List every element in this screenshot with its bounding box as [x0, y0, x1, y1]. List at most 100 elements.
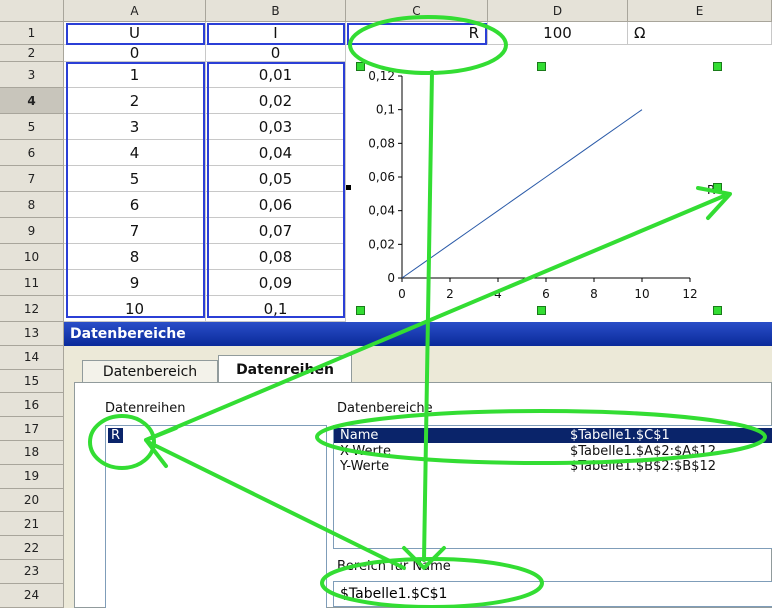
row-header-16[interactable]: 16 [0, 393, 64, 418]
dialog-title: Datenbereiche [64, 322, 772, 346]
row-header-11[interactable]: 11 [0, 270, 64, 296]
x-tick-label: 2 [446, 287, 454, 301]
chart-handle-top-left[interactable] [356, 62, 365, 71]
range-row-y-values[interactable]: Y-Werte $Tabelle1.$B$2:$B$12 [334, 459, 772, 474]
series-label: Datenreihen [105, 401, 186, 416]
row-header-24[interactable]: 24 [0, 583, 64, 608]
row-header-12[interactable]: 12 [0, 296, 64, 322]
cell-b1[interactable]: I [206, 22, 346, 45]
cell-a3[interactable]: 1 [64, 62, 206, 88]
row-header-23[interactable]: 23 [0, 560, 64, 584]
range-row-name[interactable]: Name $Tabelle1.$C$1 [334, 428, 772, 443]
cell-a8[interactable]: 6 [64, 192, 206, 218]
cell-b12[interactable]: 0,1 [206, 296, 346, 322]
column-header-d[interactable]: D [488, 0, 628, 22]
cell-b9[interactable]: 0,07 [206, 218, 346, 244]
cell-a12[interactable]: 10 [64, 296, 206, 322]
cell-a9[interactable]: 7 [64, 218, 206, 244]
cell-b2[interactable]: 0 [206, 44, 346, 62]
series-item-r[interactable]: R [108, 428, 124, 443]
cell-b3[interactable]: 0,01 [206, 62, 346, 88]
cell-a11[interactable]: 9 [64, 270, 206, 296]
y-tick-label: 0,1 [376, 103, 395, 117]
row-header-21[interactable]: 21 [0, 512, 64, 537]
row-header-4[interactable]: 4 [0, 88, 64, 114]
row-header-20[interactable]: 20 [0, 488, 64, 513]
cell-b5[interactable]: 0,03 [206, 114, 346, 140]
chart-handle-mid-right[interactable] [713, 183, 722, 192]
cell-b4[interactable]: 0,02 [206, 88, 346, 114]
cell-b10[interactable]: 0,08 [206, 244, 346, 270]
cell-c1[interactable]: R [346, 22, 488, 45]
y-tick-label: 0 [387, 271, 395, 285]
cell-a6[interactable]: 4 [64, 140, 206, 166]
spreadsheet-window: A B C D E 1 2 3 4 5 6 7 8 9 10 11 12 13 14 15 16 17 18 19 2… [0, 0, 772, 608]
chart-svg: 0,120,10,080,060,040,0200 2 4 6 8 10 12R [368, 69, 718, 301]
row-header-5[interactable]: 5 [0, 114, 64, 140]
range-row-x-value: $Tabelle1.$A$2:$A$12 [570, 444, 716, 459]
x-tick-label: 4 [494, 287, 502, 301]
row-header-9[interactable]: 9 [0, 218, 64, 244]
x-tick-label: 10 [634, 287, 649, 301]
ranges-listbox[interactable]: Name $Tabelle1.$C$1 X-Werte $Tabelle1.$A… [333, 425, 772, 549]
cell-a7[interactable]: 5 [64, 166, 206, 192]
row-header-8[interactable]: 8 [0, 192, 64, 218]
chart-handle-mid-left[interactable] [346, 185, 351, 190]
row-header-6[interactable]: 6 [0, 140, 64, 166]
row-header-19[interactable]: 19 [0, 464, 64, 489]
column-header-c[interactable]: C [346, 0, 488, 22]
row-header-14[interactable]: 14 [0, 345, 64, 370]
series-listbox[interactable]: R [105, 425, 327, 608]
line-chart[interactable]: 0,12 0,1 0,08 0,06 0,04 0,02 0 0 2 4 6 8 10 12 R [350, 62, 720, 318]
tab-datenbereich[interactable]: Datenbereich [82, 360, 218, 383]
cell-b11[interactable]: 0,09 [206, 270, 346, 296]
y-tick-label: 0,02 [368, 237, 395, 251]
chart-handle-bottom-left[interactable] [356, 306, 365, 315]
cell-a4[interactable]: 2 [64, 88, 206, 114]
range-row-name-value: $Tabelle1.$C$1 [570, 428, 670, 443]
column-header-a[interactable]: A [64, 0, 206, 22]
range-row-y-value: $Tabelle1.$B$2:$B$12 [570, 459, 717, 474]
chart-handle-bottom-middle[interactable] [537, 306, 546, 315]
cell-b7[interactable]: 0,05 [206, 166, 346, 192]
row-header-10[interactable]: 10 [0, 244, 64, 270]
chart-handle-top-right[interactable] [713, 62, 722, 71]
cell-b6[interactable]: 0,04 [206, 140, 346, 166]
cell-a5[interactable]: 3 [64, 114, 206, 140]
x-tick-label: 8 [590, 287, 598, 301]
cell-d1[interactable]: 100 [488, 22, 628, 45]
row-header-13[interactable]: 13 [0, 322, 64, 346]
column-header-b[interactable]: B [206, 0, 346, 22]
cell-b8[interactable]: 0,06 [206, 192, 346, 218]
cell-a10[interactable]: 8 [64, 244, 206, 270]
range-row-name-label: Name [340, 428, 379, 443]
row-header-2[interactable]: 2 [0, 45, 64, 62]
y-tick-label: 0,08 [368, 136, 395, 150]
chart-handle-top-middle[interactable] [537, 62, 546, 71]
range-for-name-label: Bereich für Name [337, 559, 451, 574]
row-header-15[interactable]: 15 [0, 369, 64, 394]
range-row-x-values[interactable]: X-Werte $Tabelle1.$A$2:$A$12 [334, 444, 772, 459]
row-header-7[interactable]: 7 [0, 166, 64, 192]
series-line-r [401, 109, 643, 279]
row-header-1[interactable]: 1 [0, 22, 64, 45]
column-header-e[interactable]: E [628, 0, 772, 22]
select-all-corner[interactable] [0, 0, 64, 22]
range-row-x-label: X-Werte [340, 444, 391, 459]
range-for-name-input[interactable]: $Tabelle1.$C$1 [333, 581, 772, 607]
row-header-22[interactable]: 22 [0, 536, 64, 560]
tab-datenreihen[interactable]: Datenreihen [218, 355, 352, 383]
row-header-18[interactable]: 18 [0, 441, 64, 465]
cell-a1[interactable]: U [64, 22, 206, 45]
y-tick-label: 0,04 [368, 204, 395, 218]
row-header-17[interactable]: 17 [0, 417, 64, 441]
cell-a2[interactable]: 0 [64, 44, 206, 62]
range-row-y-label: Y-Werte [340, 459, 390, 474]
cell-e1[interactable]: Ω [628, 22, 772, 45]
y-tick-label: 0,06 [368, 170, 395, 184]
x-tick-label: 6 [542, 287, 550, 301]
chart-handle-bottom-right[interactable] [713, 306, 722, 315]
x-tick-label: 0 [398, 287, 406, 301]
row-header-3[interactable]: 3 [0, 62, 64, 88]
x-tick-label: 12 [682, 287, 697, 301]
